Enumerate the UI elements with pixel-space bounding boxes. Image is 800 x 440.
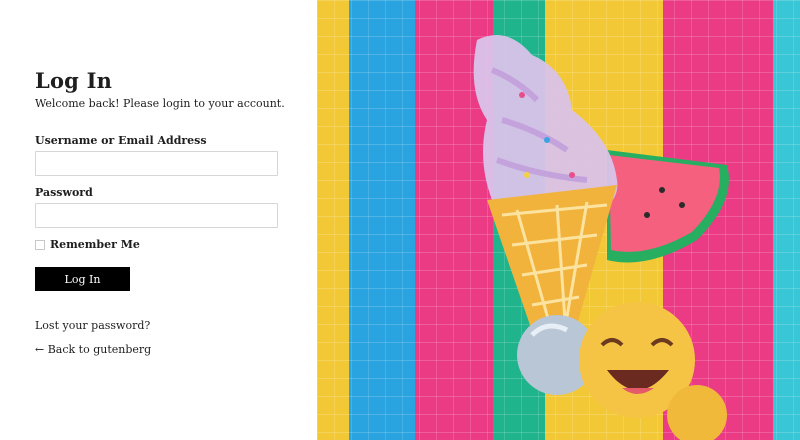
remember-me-checkbox[interactable] xyxy=(35,239,45,250)
remember-me-label: Remember Me xyxy=(50,238,140,251)
password-input[interactable] xyxy=(35,203,278,228)
page-title: Log In xyxy=(35,68,113,93)
lost-password-link[interactable]: Lost your password? xyxy=(35,319,150,332)
username-input[interactable] xyxy=(35,151,278,176)
balloons-illustration xyxy=(473,35,729,440)
welcome-text: Welcome back! Please login to your accou… xyxy=(35,97,285,110)
login-button[interactable]: Log In xyxy=(35,267,130,291)
login-form-panel: Log In Welcome back! Please login to you… xyxy=(0,0,317,440)
password-label: Password xyxy=(35,186,93,199)
username-label: Username or Email Address xyxy=(35,134,207,147)
watermelon-balloon-icon xyxy=(607,150,729,263)
remember-me-row[interactable]: Remember Me xyxy=(35,238,140,251)
balloons-photo xyxy=(317,0,800,440)
back-to-site-link[interactable]: ← Back to gutenberg xyxy=(35,343,151,356)
